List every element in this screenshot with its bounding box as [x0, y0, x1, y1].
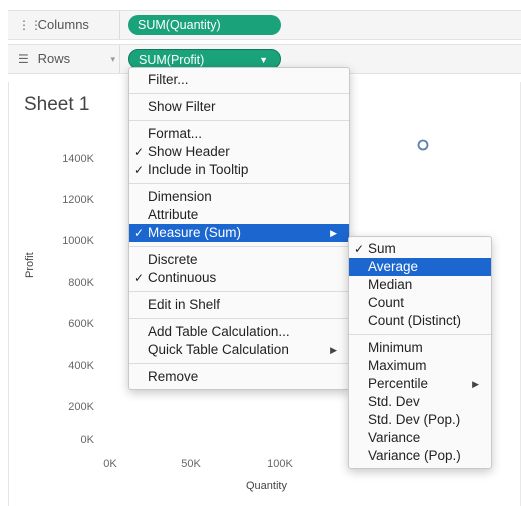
menu-item-label: Continuous	[148, 270, 217, 285]
checkmark-icon: ✓	[134, 226, 145, 240]
rows-shelf-dropdown-icon[interactable]: ▾	[110, 45, 115, 73]
menu-item-label: Percentile	[368, 376, 429, 391]
menu-item-count-distinct[interactable]: Count (Distinct)	[349, 312, 491, 330]
menu-item-show-filter[interactable]: Show Filter	[129, 98, 349, 116]
menu-item-quick-table-calculation[interactable]: Quick Table Calculation ▶	[129, 341, 349, 359]
menu-item-label: Variance (Pop.)	[368, 448, 461, 463]
rows-shelf-label: ☰ Rows ▾	[8, 45, 120, 73]
menu-item-maximum[interactable]: Maximum	[349, 357, 491, 375]
quantity-pill-label: SUM(Quantity)	[138, 18, 221, 32]
x-tick: 0K	[103, 458, 117, 470]
menu-item-label: Measure (Sum)	[148, 225, 242, 240]
menu-item-filter[interactable]: Filter...	[129, 71, 349, 89]
menu-item-attribute[interactable]: Attribute	[129, 206, 349, 224]
columns-label-text: Columns	[37, 17, 89, 32]
menu-item-median[interactable]: Median	[349, 276, 491, 294]
menu-item-label: Show Header	[148, 144, 230, 159]
checkmark-icon: ✓	[134, 271, 145, 285]
menu-item-add-table-calculation[interactable]: Add Table Calculation...	[129, 323, 349, 341]
menu-item-average[interactable]: Average	[349, 258, 491, 276]
sheet-title: Sheet 1	[24, 94, 90, 115]
submenu-arrow-icon: ▶	[472, 379, 479, 389]
menu-item-continuous[interactable]: ✓ Continuous	[129, 269, 349, 287]
menu-separator	[349, 334, 491, 335]
y-tick: 0K	[80, 434, 94, 446]
menu-item-std-dev[interactable]: Std. Dev	[349, 393, 491, 411]
profit-pill[interactable]: SUM(Profit) ▼	[128, 49, 281, 69]
menu-item-label: Filter...	[148, 72, 189, 87]
submenu-arrow-icon: ▶	[330, 345, 337, 355]
y-tick: 800K	[68, 277, 94, 289]
y-tick: 200K	[68, 401, 94, 413]
menu-item-label: Median	[368, 277, 413, 292]
menu-item-sum[interactable]: ✓ Sum	[349, 240, 491, 258]
pill-context-menu: Filter... Show Filter Format... ✓ Show Heade…	[128, 67, 350, 390]
menu-item-variance[interactable]: Variance	[349, 429, 491, 447]
menu-item-label: Count	[368, 295, 405, 310]
menu-separator	[129, 318, 349, 319]
menu-item-label: Std. Dev (Pop.)	[368, 412, 461, 427]
menu-item-label: Average	[368, 259, 419, 274]
rows-icon: ☰	[18, 52, 29, 66]
menu-item-label: Format...	[148, 126, 203, 141]
checkmark-icon: ✓	[134, 163, 145, 177]
submenu-arrow-icon: ▶	[330, 228, 337, 238]
menu-item-label: Edit in Shelf	[148, 297, 221, 312]
x-tick: 50K	[181, 458, 201, 470]
y-tick: 1200K	[62, 194, 94, 206]
menu-item-label: Include in Tooltip	[148, 162, 249, 177]
menu-item-label: Quick Table Calculation	[148, 342, 289, 357]
menu-item-include-in-tooltip[interactable]: ✓ Include in Tooltip	[129, 161, 349, 179]
menu-item-label: Add Table Calculation...	[148, 324, 290, 339]
profit-pill-label: SUM(Profit)	[139, 53, 205, 67]
menu-item-dimension[interactable]: Dimension	[129, 188, 349, 206]
menu-item-label: Attribute	[148, 207, 199, 222]
y-tick: 1400K	[62, 153, 94, 165]
y-tick: 1000K	[62, 235, 94, 247]
columns-icon: ⋮⋮	[18, 18, 42, 32]
data-mark[interactable]	[416, 138, 430, 152]
menu-separator	[129, 183, 349, 184]
menu-separator	[129, 93, 349, 94]
menu-item-label: Discrete	[148, 252, 198, 267]
y-tick: 600K	[68, 318, 94, 330]
x-axis-title: Quantity	[246, 480, 287, 492]
menu-item-label: Dimension	[148, 189, 212, 204]
y-tick: 400K	[68, 360, 94, 372]
menu-item-label: Variance	[368, 430, 421, 445]
menu-item-label: Sum	[368, 241, 396, 256]
menu-item-label: Show Filter	[148, 99, 216, 114]
menu-item-show-header[interactable]: ✓ Show Header	[129, 143, 349, 161]
menu-item-label: Remove	[148, 369, 199, 384]
menu-item-label: Std. Dev	[368, 394, 420, 409]
menu-item-variance-pop[interactable]: Variance (Pop.)	[349, 447, 491, 465]
menu-separator	[129, 363, 349, 364]
checkmark-icon: ✓	[354, 242, 365, 256]
menu-separator	[129, 291, 349, 292]
menu-item-format[interactable]: Format...	[129, 125, 349, 143]
menu-separator	[129, 246, 349, 247]
menu-item-discrete[interactable]: Discrete	[129, 251, 349, 269]
y-axis-title: Profit	[24, 252, 36, 278]
menu-separator	[129, 120, 349, 121]
checkmark-icon: ✓	[134, 145, 145, 159]
columns-shelf-label: ⋮⋮ Columns	[8, 11, 120, 39]
menu-item-label: Maximum	[368, 358, 427, 373]
menu-item-std-dev-pop[interactable]: Std. Dev (Pop.)	[349, 411, 491, 429]
x-tick: 100K	[267, 458, 293, 470]
menu-item-minimum[interactable]: Minimum	[349, 339, 491, 357]
measure-submenu: ✓ Sum Average Median Count Count (Distinct) Mi…	[348, 236, 492, 469]
menu-item-percentile[interactable]: Percentile ▶	[349, 375, 491, 393]
menu-item-measure-sum[interactable]: ✓ Measure (Sum) ▶	[129, 224, 349, 242]
menu-item-edit-in-shelf[interactable]: Edit in Shelf	[129, 296, 349, 314]
menu-item-label: Count (Distinct)	[368, 313, 462, 328]
columns-shelf: ⋮⋮ Columns SUM(Quantity)	[8, 10, 521, 40]
menu-item-count[interactable]: Count	[349, 294, 491, 312]
menu-item-label: Minimum	[368, 340, 423, 355]
menu-item-remove[interactable]: Remove	[129, 368, 349, 386]
quantity-pill[interactable]: SUM(Quantity)	[128, 15, 281, 35]
rows-label-text: Rows	[37, 51, 71, 66]
